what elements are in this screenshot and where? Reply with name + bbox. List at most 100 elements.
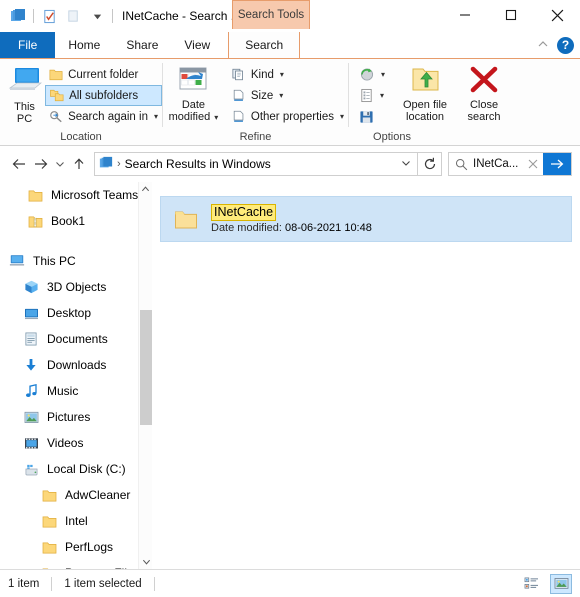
size-button[interactable]: Size ▾ — [228, 85, 348, 106]
date-modified-button[interactable]: Date modified ▾ — [167, 62, 220, 124]
properties-icon[interactable] — [37, 4, 61, 28]
up-button[interactable] — [68, 152, 90, 176]
open-file-location-icon — [408, 66, 442, 97]
open-file-location-line1: Open file — [403, 99, 448, 111]
date-modified-label-line1: Date — [181, 99, 206, 111]
address-dropdown-icon[interactable] — [397, 158, 415, 170]
tab-home[interactable]: Home — [55, 32, 113, 58]
breadcrumb-separator: › — [117, 158, 121, 170]
nav-item-3d-objects[interactable]: 3D Objects — [0, 274, 152, 300]
result-meta: Date modified: 08-06-2021 10:48 — [211, 222, 372, 234]
nav-label: Pictures — [47, 410, 91, 424]
folder-icon — [173, 209, 199, 230]
nav-item-book1[interactable]: Book1 — [0, 208, 152, 234]
kind-button[interactable]: Kind ▾ — [228, 64, 348, 85]
nav-label: Microsoft Teams — [51, 188, 139, 202]
nav-item-pictures[interactable]: Pictures — [0, 404, 152, 430]
back-button[interactable] — [8, 152, 30, 176]
close-search-icon — [469, 66, 499, 97]
nav-label: Documents — [47, 332, 108, 346]
save-search-button[interactable] — [355, 106, 389, 127]
zip-folder-icon — [26, 215, 44, 228]
tab-share[interactable]: Share — [113, 32, 171, 58]
scrollbar-thumb[interactable] — [140, 310, 152, 425]
chevron-down-icon[interactable]: ▾ — [279, 91, 283, 100]
title-bar: INetCache - Search ... Search Tools — [0, 0, 580, 32]
chevron-down-icon[interactable]: ▾ — [280, 70, 284, 79]
nav-item-desktop[interactable]: Desktop — [0, 300, 152, 326]
ribbon-group-refine: Date modified ▾ Kind ▾ Size ▾ Other prop… — [163, 59, 348, 145]
search-go-button[interactable] — [543, 153, 571, 175]
nav-item-local-disk-c[interactable]: Local Disk (C:) — [0, 456, 152, 482]
close-button[interactable] — [534, 0, 580, 30]
recent-locations-button[interactable] — [52, 152, 68, 176]
large-icons-view-button[interactable] — [550, 573, 572, 594]
nav-item-adwcleaner[interactable]: AdwCleaner — [0, 482, 152, 508]
clear-search-icon[interactable] — [523, 159, 543, 169]
nav-label: Intel — [65, 514, 88, 528]
nav-item-music[interactable]: Music — [0, 378, 152, 404]
videos-icon — [22, 437, 40, 450]
navigation-scrollbar[interactable] — [138, 182, 152, 569]
nav-label: PerfLogs — [65, 540, 114, 554]
chevron-down-icon[interactable]: ▾ — [380, 91, 384, 100]
this-pc-button[interactable]: This PC — [6, 62, 43, 125]
search-box[interactable]: INetCa... — [448, 152, 572, 176]
chevron-down-icon[interactable]: ▾ — [381, 70, 385, 79]
open-file-location-button[interactable]: Open file location — [397, 62, 453, 123]
breadcrumb[interactable]: › Search Results in Windows — [99, 156, 397, 173]
details-view-button[interactable] — [520, 574, 542, 594]
nav-item-microsoft-teams[interactable]: Microsoft Teams — [0, 182, 152, 208]
chevron-down-icon[interactable]: ▾ — [340, 112, 344, 121]
advanced-options-button[interactable]: ▾ — [355, 85, 389, 106]
other-properties-button[interactable]: Other properties ▾ — [228, 106, 348, 127]
tab-view[interactable]: View — [171, 32, 223, 58]
result-meta-value: 08-06-2021 10:48 — [285, 222, 372, 234]
help-icon[interactable]: ? — [557, 36, 574, 54]
refresh-button[interactable] — [418, 152, 442, 176]
current-folder-button[interactable]: Current folder — [45, 64, 162, 85]
explorer-icon[interactable] — [6, 4, 30, 28]
search-again-in-button[interactable]: Search again in ▾ — [45, 106, 162, 127]
scroll-down-icon[interactable] — [139, 555, 152, 569]
chevron-down-icon[interactable]: ▾ — [154, 112, 158, 121]
minimize-button[interactable] — [442, 0, 488, 30]
search-input[interactable]: INetCa... — [473, 158, 523, 170]
new-folder-icon[interactable] — [61, 4, 85, 28]
tab-search[interactable]: Search — [228, 32, 301, 58]
ribbon-group-location: This PC Current folder All subfolders Se… — [0, 59, 162, 145]
window-controls — [442, 0, 580, 30]
scroll-up-icon[interactable] — [139, 182, 152, 196]
date-modified-label-line2: modified — [168, 111, 211, 123]
chevron-down-icon[interactable] — [85, 4, 109, 28]
chevron-down-icon[interactable]: ▾ — [214, 113, 218, 122]
tab-file[interactable]: File — [0, 32, 56, 58]
result-meta-label: Date modified: — [211, 222, 282, 234]
nav-label: AdwCleaner — [65, 488, 131, 502]
close-search-line1: Close — [469, 99, 499, 111]
maximize-button[interactable] — [488, 0, 534, 30]
view-toggle-group — [520, 573, 572, 594]
nav-item-this-pc[interactable]: This PC — [0, 248, 152, 274]
nav-item-program-files[interactable]: Program Files — [0, 560, 152, 569]
explorer-icon — [99, 156, 113, 173]
close-search-button[interactable]: Close search — [459, 62, 509, 123]
current-folder-label: Current folder — [68, 68, 139, 81]
all-subfolders-button[interactable]: All subfolders — [45, 85, 162, 106]
file-list-pane[interactable]: INetCache Date modified: 08-06-2021 10:4… — [152, 182, 580, 569]
address-bar[interactable]: › Search Results in Windows — [94, 152, 418, 176]
recent-searches-button[interactable]: ▾ — [355, 64, 389, 85]
kind-icon — [232, 68, 243, 81]
search-result-row[interactable]: INetCache Date modified: 08-06-2021 10:4… — [160, 196, 572, 242]
chevron-up-icon[interactable] — [537, 38, 549, 53]
nav-item-intel[interactable]: Intel — [0, 508, 152, 534]
status-divider-2 — [153, 576, 155, 591]
nav-item-perflogs[interactable]: PerfLogs — [0, 534, 152, 560]
result-name[interactable]: INetCache — [211, 204, 277, 221]
nav-item-downloads[interactable]: Downloads — [0, 352, 152, 378]
content-area: Microsoft Teams Book1 This PC 3D Objects… — [0, 182, 580, 569]
nav-item-documents[interactable]: Documents — [0, 326, 152, 352]
nav-item-videos[interactable]: Videos — [0, 430, 152, 456]
forward-button[interactable] — [30, 152, 52, 176]
status-item-count: 1 item — [8, 577, 40, 590]
